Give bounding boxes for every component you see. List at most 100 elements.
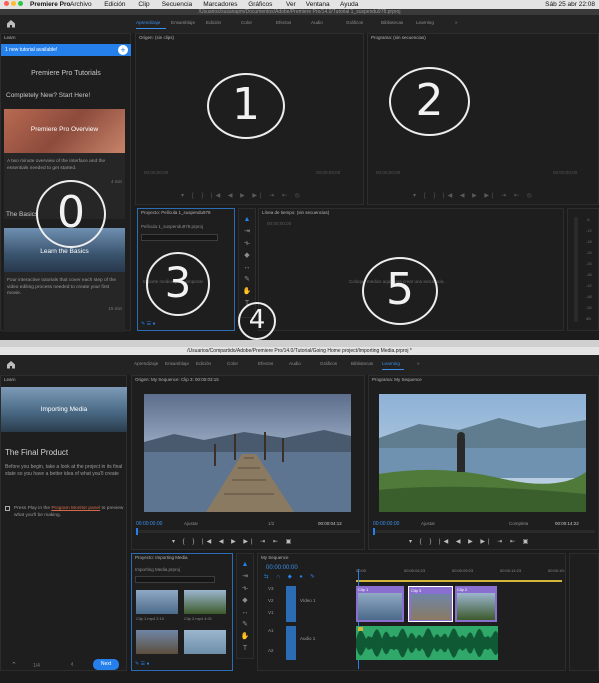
- track-header-a2[interactable]: A2: [268, 648, 274, 653]
- workspace-tab-4[interactable]: Efectos: [276, 20, 291, 25]
- selection-tool-icon[interactable]: ▲: [242, 215, 252, 224]
- new-tutorial-banner[interactable]: 1 new tutorial available! +: [1, 44, 131, 56]
- menu-item-1[interactable]: Edición: [104, 0, 125, 9]
- project-footer-icons[interactable]: ✎ ☰ ●: [141, 321, 155, 327]
- workspace-more-button[interactable]: »: [417, 361, 420, 366]
- workspace-tab-3[interactable]: Color: [241, 20, 252, 25]
- workspace-tab-4[interactable]: Efectos: [258, 361, 273, 366]
- workspace-tab-8[interactable]: Learning: [416, 20, 434, 25]
- menu-item-5[interactable]: Gráficos: [248, 0, 272, 9]
- ripple-edit-icon[interactable]: ⟛: [240, 584, 250, 593]
- menu-item-2[interactable]: Clip: [138, 0, 149, 9]
- workspace-tab-2[interactable]: Edición: [196, 361, 211, 366]
- project-search-bottom[interactable]: [135, 576, 215, 583]
- pen-icon[interactable]: ✎: [242, 275, 252, 284]
- project-footer-icons-bottom[interactable]: ✎ ☰ ●: [135, 661, 149, 667]
- clip-thumb-2[interactable]: [184, 590, 226, 614]
- source-transport-bottom[interactable]: ▾ { } |◀ ◀ ▶ ▶| ⇥ ⇤ ▣: [172, 538, 294, 545]
- project-file-bottom: Importing Media.prproj: [135, 567, 181, 572]
- program-transport-controls[interactable]: ▾ { } |◀ ◀ ▶ ▶| ⇥ ⇤ ◎: [413, 192, 535, 199]
- workspace-tab-7[interactable]: Bibliotecas: [351, 361, 373, 366]
- slip-icon[interactable]: ↔: [240, 608, 250, 617]
- program-transport-bottom[interactable]: ▾ { } |◀ ◀ ▶ ▶| ⇥ ⇤ ▣: [409, 538, 531, 545]
- audio-clip-a1[interactable]: [356, 626, 498, 660]
- tutorials-heading: Premiere Pro Tutorials: [31, 70, 101, 77]
- track-header-v3[interactable]: V3: [268, 586, 274, 591]
- timeline-toolbar[interactable]: ⇆ ∩ ◆ ● ✎: [264, 574, 318, 580]
- selection-tool-icon[interactable]: ▲: [240, 560, 250, 569]
- clip-thumb-1[interactable]: [136, 590, 178, 614]
- workspace-tab-2[interactable]: Edición: [206, 20, 221, 25]
- menu-item-3[interactable]: Secuencia: [162, 0, 192, 9]
- program-fit-select[interactable]: Ajustar: [421, 521, 435, 526]
- track-header-a1[interactable]: A1: [268, 628, 274, 633]
- project-search-input[interactable]: [141, 234, 218, 241]
- program-scrubber[interactable]: [373, 528, 595, 535]
- workspace-tab-6[interactable]: Gráficos: [346, 20, 363, 25]
- program-title-bottom: Programa: My Sequence: [372, 377, 422, 382]
- workspace-tab-5[interactable]: Audio: [289, 361, 301, 366]
- track-select-icon[interactable]: ⇥: [240, 572, 250, 581]
- clip-v1-3[interactable]: Clip 3: [408, 586, 453, 622]
- project-file: Película 1_suspendu978.prproj: [141, 224, 204, 229]
- type-tool-icon[interactable]: T: [240, 644, 250, 653]
- menu-item-0[interactable]: Archivo: [70, 0, 92, 9]
- track-header-v2[interactable]: V2: [268, 598, 274, 603]
- app-name[interactable]: Premiere Pro: [30, 0, 70, 9]
- checkbox-label: Press Play in the Program Monitor panel …: [14, 506, 124, 518]
- workspace-tab-6[interactable]: Gráficos: [320, 361, 337, 366]
- clip-thumb-3[interactable]: [136, 630, 178, 654]
- source-scrubber[interactable]: [136, 528, 360, 535]
- slip-icon[interactable]: ↔: [242, 263, 252, 272]
- prev-icon[interactable]: ‹: [71, 661, 73, 668]
- track-select-icon[interactable]: ⇥: [242, 227, 252, 236]
- audio-meter-bottom: [569, 553, 599, 671]
- workspace-tab-1[interactable]: Ensamblaje: [171, 20, 195, 25]
- v1-track-name: Vídeo 1: [300, 598, 316, 603]
- clip-v1-1[interactable]: Clip 1: [356, 586, 404, 622]
- workspace-tab-1[interactable]: Ensamblaje: [165, 361, 189, 366]
- zoom-dot-icon[interactable]: [18, 1, 23, 6]
- menu-item-8[interactable]: Ayuda: [340, 0, 358, 9]
- next-button[interactable]: Next: [93, 659, 119, 670]
- workspace-tab-7[interactable]: Bibliotecas: [381, 20, 403, 25]
- hand-icon[interactable]: ✋: [242, 287, 252, 296]
- annotation-circle-2: 2: [389, 67, 470, 136]
- menu-item-7[interactable]: Ventana: [306, 0, 330, 9]
- source-fit-select[interactable]: Ajustar: [184, 521, 198, 526]
- source-ratio-select[interactable]: 1/2: [268, 521, 274, 526]
- project-panel-bottom: Proyecto: Importing Media Importing Medi…: [131, 553, 233, 671]
- clip-thumb-4[interactable]: [184, 630, 226, 654]
- razor-icon[interactable]: ◆: [240, 596, 250, 605]
- workspace-tab-8[interactable]: Learning: [382, 361, 400, 366]
- close-dot-icon[interactable]: [4, 1, 9, 6]
- workspace-tab-3[interactable]: Color: [227, 361, 238, 366]
- program-monitor-link[interactable]: Program Monitor panel: [51, 506, 100, 511]
- track-header-v1[interactable]: V1: [268, 610, 274, 615]
- pen-icon[interactable]: ✎: [240, 620, 250, 629]
- hand-icon[interactable]: ✋: [240, 632, 250, 641]
- ripple-edit-icon[interactable]: ⟛: [242, 239, 252, 248]
- razor-icon[interactable]: ◆: [242, 251, 252, 260]
- add-icon[interactable]: +: [118, 45, 128, 55]
- collapse-icon[interactable]: ⌃: [11, 661, 17, 669]
- menu-item-6[interactable]: Ver: [286, 0, 296, 9]
- source-transport-controls[interactable]: ▾ { } |◀ ◀ ▶ ▶| ⇥ ⇤ ◎: [181, 192, 303, 199]
- workspace-more-button[interactable]: »: [455, 20, 458, 25]
- workspace-tab-0[interactable]: Aprendizaje: [134, 361, 158, 366]
- source-duration: 00;00;00;00: [316, 170, 341, 175]
- a1-source-patch[interactable]: [286, 626, 296, 660]
- workspace-tab-0[interactable]: Aprendizaje: [136, 20, 160, 25]
- play-checkbox[interactable]: [5, 506, 10, 511]
- menu-item-4[interactable]: Marcadores: [203, 0, 237, 9]
- minimize-dot-icon[interactable]: [11, 1, 16, 6]
- work-area-bar[interactable]: [356, 580, 562, 582]
- home-icon[interactable]: [6, 19, 16, 28]
- annotation-circle-5: 5: [362, 257, 438, 325]
- v1-source-patch[interactable]: [286, 586, 296, 622]
- program-quality-select[interactable]: Completa: [509, 521, 528, 526]
- timeline-ruler[interactable]: 00:00 00:00:04:23 00:00:09:23 00:00:14:23 00…: [356, 568, 565, 578]
- home-icon[interactable]: [6, 360, 16, 369]
- clip-v1-2[interactable]: Clip 2: [455, 586, 497, 622]
- workspace-tab-5[interactable]: Audio: [311, 20, 323, 25]
